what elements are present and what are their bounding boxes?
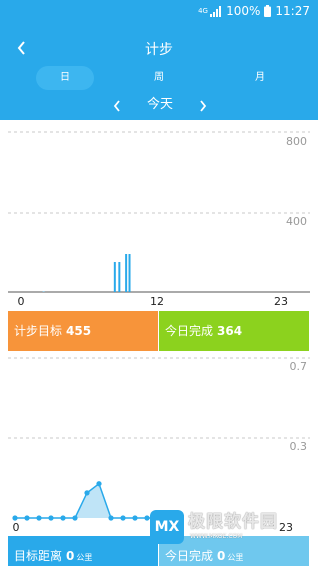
- distance-point: [84, 490, 90, 496]
- distance-y-tick: 0.7: [290, 360, 308, 373]
- step-done-label: 今日完成: [165, 324, 214, 338]
- steps-x-tick: 23: [274, 295, 288, 308]
- date-navigator: 今天: [0, 96, 318, 116]
- distance-point: [24, 515, 30, 521]
- date-label: 今天: [146, 97, 173, 112]
- battery-icon: [264, 5, 272, 17]
- distance-point: [36, 515, 42, 521]
- step-bar: [118, 262, 121, 292]
- steps-y-tick: 800: [286, 135, 307, 148]
- step-done-value: 364: [217, 324, 243, 338]
- step-bar: [125, 254, 128, 292]
- distance-x-tick: 0: [13, 521, 20, 534]
- signal-icon: [210, 5, 222, 17]
- network-type: 4G: [198, 6, 208, 15]
- watermark-text: 极限软件园: [188, 512, 278, 532]
- clock: 11:27: [275, 4, 310, 18]
- watermark-url: WWW.MXOE.COM: [190, 533, 243, 540]
- distance-point: [132, 515, 138, 521]
- distance-point: [120, 515, 126, 521]
- distance-goal-value: 0: [66, 549, 75, 563]
- chevron-left-icon[interactable]: [110, 98, 124, 114]
- step-goal-box: 计步目标 455: [8, 311, 158, 351]
- distance-goal-label: 目标距离: [14, 549, 63, 563]
- tab-day[interactable]: 日: [36, 66, 94, 90]
- step-bar: [113, 262, 116, 292]
- distance-point: [108, 515, 114, 521]
- battery-percent: 100%: [226, 4, 261, 18]
- step-goal-label: 计步目标: [14, 324, 63, 338]
- distance-done-label: 今日完成: [165, 549, 214, 563]
- distance-done-value: 0: [217, 549, 226, 563]
- steps-y-tick: 400: [286, 215, 307, 228]
- header: 计步 日 周 月 今天: [0, 24, 318, 120]
- distance-point: [60, 515, 66, 521]
- steps-x-tick: 12: [150, 295, 164, 308]
- distance-done-unit: 公里: [227, 553, 244, 562]
- watermark: MX 极限软件园 WWW.MXOE.COM: [150, 510, 318, 544]
- watermark-logo: MX: [150, 510, 184, 544]
- distance-point: [12, 515, 18, 521]
- distance-y-tick: 0.3: [290, 440, 308, 453]
- step-bar: [128, 254, 131, 292]
- page-title: 计步: [145, 42, 173, 58]
- distance-point: [48, 515, 54, 521]
- distance-point: [144, 515, 150, 521]
- step-done-box: 今日完成 364: [159, 311, 309, 351]
- status-bar: 4G 100% 11:27: [0, 0, 318, 24]
- steps-x-tick: 0: [18, 295, 25, 308]
- distance-goal-unit: 公里: [76, 553, 93, 562]
- distance-point: [72, 515, 78, 521]
- tab-week[interactable]: 周: [130, 66, 188, 90]
- chevron-right-icon[interactable]: [196, 98, 210, 114]
- tab-month[interactable]: 月: [231, 66, 289, 90]
- step-goal-value: 455: [66, 324, 92, 338]
- distance-point: [96, 481, 102, 487]
- period-tabs: 日 周 月: [0, 66, 318, 90]
- steps-bars: [42, 254, 131, 292]
- distance-goal-box: 目标距离 0 公里: [8, 536, 158, 566]
